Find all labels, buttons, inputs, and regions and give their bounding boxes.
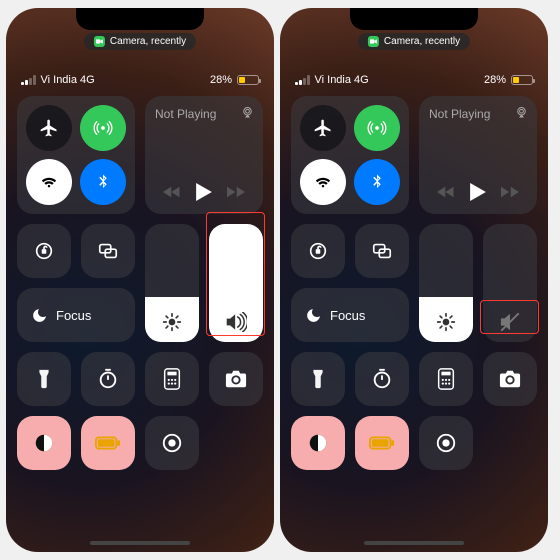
screen-record-button[interactable] [145, 416, 199, 470]
bluetooth-toggle[interactable] [80, 159, 126, 205]
rotation-lock-button[interactable] [17, 224, 71, 278]
media-panel[interactable]: Not Playing [419, 96, 537, 214]
brightness-icon [436, 312, 456, 332]
focus-button[interactable]: Focus [17, 288, 135, 342]
battery-icon [237, 75, 259, 85]
notch [76, 8, 204, 30]
status-bar: Vi India 4G 28% [291, 74, 537, 86]
low-power-button[interactable] [81, 416, 135, 470]
status-bar: Vi India 4G 28% [17, 74, 263, 86]
battery-percent: 28% [484, 74, 506, 86]
connectivity-panel[interactable] [291, 96, 409, 214]
dark-mode-button[interactable] [17, 416, 71, 470]
flashlight-button[interactable] [291, 352, 345, 406]
forward-button[interactable] [227, 185, 245, 199]
play-button[interactable] [470, 183, 486, 201]
screen-mirror-button[interactable] [81, 224, 135, 278]
wifi-toggle[interactable] [26, 159, 72, 205]
home-bar[interactable] [90, 541, 190, 545]
rewind-button[interactable] [437, 185, 455, 199]
focus-label: Focus [330, 308, 365, 323]
calculator-button[interactable] [145, 352, 199, 406]
battery-percent: 28% [210, 74, 232, 86]
privacy-pill-label: Camera, recently [110, 36, 186, 47]
camera-button[interactable] [209, 352, 263, 406]
bluetooth-toggle[interactable] [354, 159, 400, 205]
volume-mute-icon [499, 312, 521, 332]
timer-button[interactable] [81, 352, 135, 406]
timer-button[interactable] [355, 352, 409, 406]
privacy-pill[interactable]: Camera, recently [358, 33, 470, 50]
focus-button[interactable]: Focus [291, 288, 409, 342]
camera-icon [94, 36, 105, 47]
carrier-label: Vi India 4G [315, 74, 369, 86]
battery-icon [511, 75, 533, 85]
connectivity-panel[interactable] [17, 96, 135, 214]
brightness-slider[interactable] [145, 224, 199, 342]
focus-label: Focus [56, 308, 91, 323]
screen-mirror-button[interactable] [355, 224, 409, 278]
notch [350, 8, 478, 30]
cellular-toggle[interactable] [354, 105, 400, 151]
calculator-button[interactable] [419, 352, 473, 406]
airplay-icon[interactable] [513, 104, 529, 120]
forward-button[interactable] [501, 185, 519, 199]
airplane-toggle[interactable] [300, 105, 346, 151]
screen-record-button[interactable] [419, 416, 473, 470]
flashlight-button[interactable] [17, 352, 71, 406]
camera-icon [368, 36, 379, 47]
rotation-lock-button[interactable] [291, 224, 345, 278]
moon-icon [31, 307, 48, 324]
media-panel[interactable]: Not Playing [145, 96, 263, 214]
play-button[interactable] [196, 183, 212, 201]
rewind-button[interactable] [163, 185, 181, 199]
carrier-label: Vi India 4G [41, 74, 95, 86]
signal-icon [295, 75, 310, 85]
dark-mode-button[interactable] [291, 416, 345, 470]
brightness-icon [162, 312, 182, 332]
airplane-toggle[interactable] [26, 105, 72, 151]
signal-icon [21, 75, 36, 85]
low-power-button[interactable] [355, 416, 409, 470]
phone-screen: Camera, recently Vi India 4G 28% [6, 8, 274, 552]
airplay-icon[interactable] [239, 104, 255, 120]
phone-screen: Camera, recently Vi India 4G 28% [280, 8, 548, 552]
moon-icon [305, 307, 322, 324]
brightness-slider[interactable] [419, 224, 473, 342]
camera-button[interactable] [483, 352, 537, 406]
volume-icon [225, 312, 247, 332]
privacy-pill[interactable]: Camera, recently [84, 33, 196, 50]
privacy-pill-label: Camera, recently [384, 36, 460, 47]
wifi-toggle[interactable] [300, 159, 346, 205]
home-bar[interactable] [364, 541, 464, 545]
cellular-toggle[interactable] [80, 105, 126, 151]
